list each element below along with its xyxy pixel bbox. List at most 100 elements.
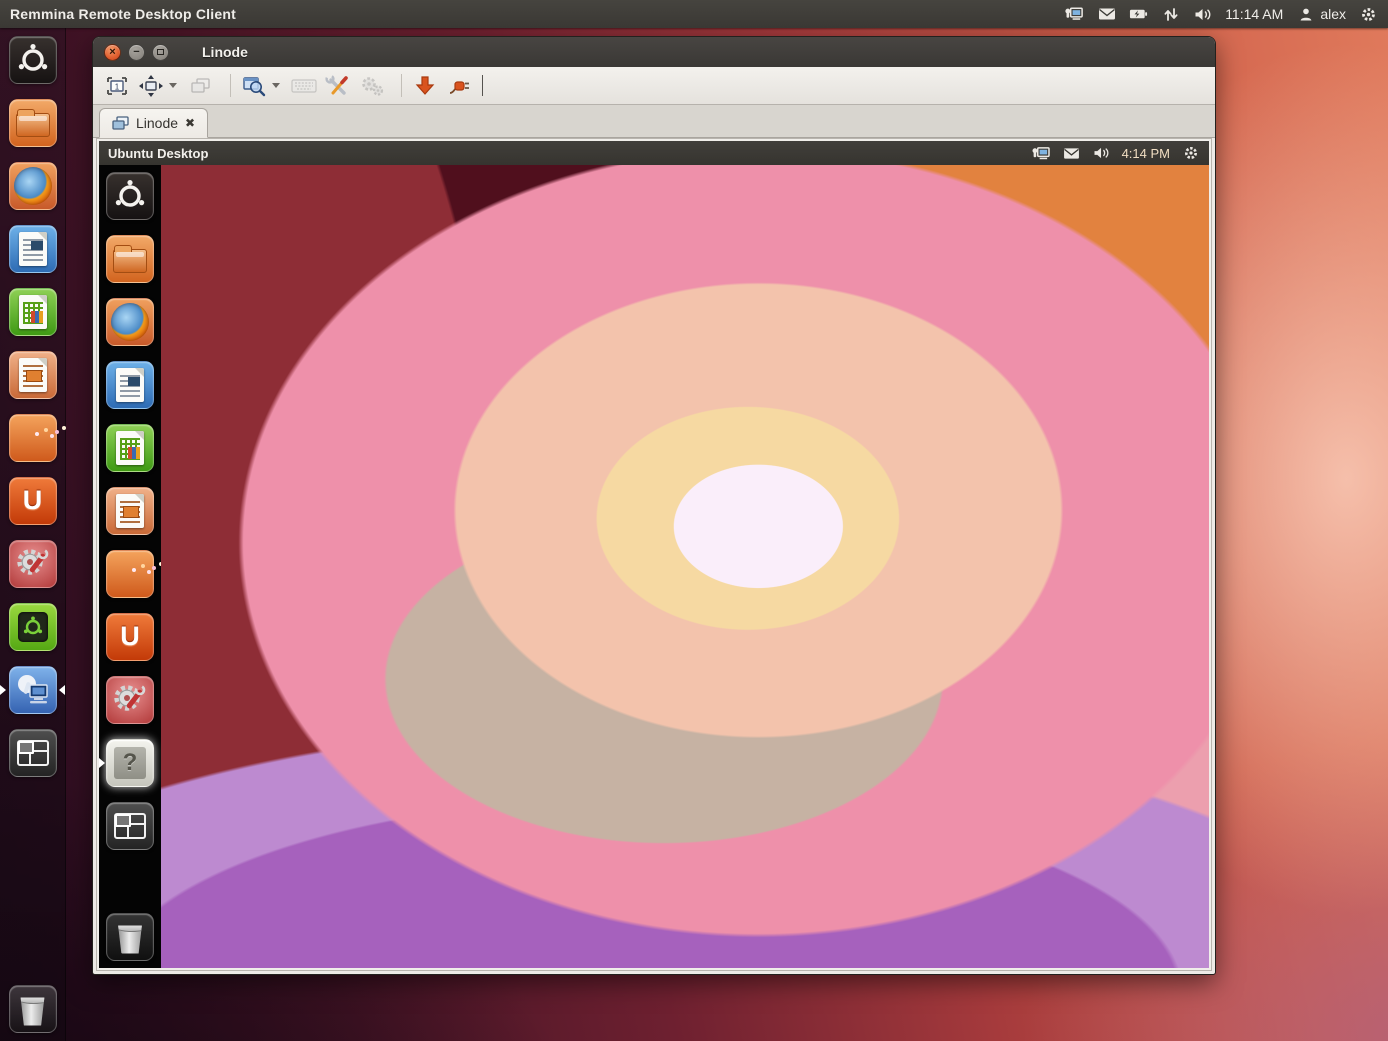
- impress-document-icon: [116, 494, 144, 528]
- minimize-button[interactable]: −: [128, 44, 145, 61]
- trash-bucket-icon: [117, 926, 144, 954]
- messaging-menu-icon[interactable]: [1097, 6, 1116, 23]
- remote-launcher-item-system-settings[interactable]: [106, 676, 154, 724]
- launcher-item-home-folder[interactable]: [9, 99, 57, 147]
- host-top-panel: Remmina Remote Desktop Client 11:14 AM: [0, 0, 1388, 28]
- remote-clock[interactable]: 4:14 PM: [1122, 146, 1170, 161]
- remote-top-panel: Ubuntu Desktop 4:14 PM: [99, 141, 1209, 165]
- tab-label: Linode: [136, 115, 178, 131]
- user-menu[interactable]: alex: [1296, 6, 1346, 23]
- fit-window-button[interactable]: [137, 72, 165, 100]
- impress-document-icon: [19, 358, 47, 392]
- toolbar-separator: [401, 74, 402, 97]
- maximize-button[interactable]: [152, 44, 169, 61]
- host-clock[interactable]: 11:14 AM: [1225, 6, 1283, 22]
- disconnect-button[interactable]: [445, 72, 473, 100]
- messaging-menu-icon[interactable]: [1062, 145, 1081, 162]
- remote-desktop-body: U ?: [99, 165, 1209, 968]
- scaled-mode-button[interactable]: [240, 72, 268, 100]
- remote-desktop-indicator-icon[interactable]: [1065, 6, 1084, 23]
- remote-launcher-item-firefox[interactable]: [106, 298, 154, 346]
- firefox-icon: [14, 167, 52, 205]
- remote-panel-title: Ubuntu Desktop: [108, 146, 208, 161]
- window-titlebar[interactable]: × − Linode: [93, 37, 1215, 67]
- focused-indicator-arrow: [59, 685, 65, 695]
- tab-close-icon[interactable]: ✖: [185, 117, 195, 129]
- firefox-icon: [111, 303, 149, 341]
- sound-menu-icon[interactable]: [1193, 6, 1212, 23]
- session-gear-icon[interactable]: [1181, 145, 1200, 162]
- battery-indicator-icon[interactable]: [1129, 6, 1148, 23]
- launcher-item-libreoffice-impress[interactable]: [9, 351, 57, 399]
- tab-connection-icon: [112, 116, 129, 131]
- folder-icon: [16, 113, 50, 137]
- preferences-gears-button[interactable]: [358, 72, 386, 100]
- gear-wrench-icon: [14, 545, 52, 583]
- running-indicator-arrow: [0, 685, 6, 695]
- launcher-item-libreoffice-calc[interactable]: [9, 288, 57, 336]
- remote-launcher-item-libreoffice-writer[interactable]: [106, 361, 154, 409]
- remote-launcher-item-unknown-app[interactable]: ?: [106, 739, 154, 787]
- launcher-item-dash-home[interactable]: [9, 36, 57, 84]
- launcher-item-ubuntu-software-center[interactable]: [9, 414, 57, 462]
- remote-launcher-item-libreoffice-impress[interactable]: [106, 487, 154, 535]
- toolbar-separator: [230, 74, 231, 97]
- focused-indicator-arrow: [99, 758, 105, 768]
- tools-button[interactable]: [324, 72, 352, 100]
- host-desktop: Remmina Remote Desktop Client 11:14 AM: [0, 0, 1388, 1041]
- writer-document-icon: [19, 232, 47, 266]
- trash-bucket-icon: [19, 998, 46, 1026]
- svg-text:1: 1: [115, 82, 120, 91]
- launcher-item-firefox[interactable]: [9, 162, 57, 210]
- sound-menu-icon[interactable]: [1092, 145, 1111, 162]
- grab-keyboard-button[interactable]: [290, 72, 318, 100]
- iconify-button[interactable]: [411, 72, 439, 100]
- launcher-item-ubuntu-one[interactable]: U: [9, 477, 57, 525]
- remote-launcher-item-trash[interactable]: [106, 913, 154, 961]
- remote-session: Ubuntu Desktop 4:14 PM: [99, 141, 1209, 968]
- session-gear-icon[interactable]: [1359, 6, 1378, 23]
- host-launcher: U: [0, 28, 66, 1041]
- remmina-window: × − Linode 1: [92, 36, 1216, 975]
- launcher-item-system-settings[interactable]: [9, 540, 57, 588]
- calc-document-icon: [116, 431, 144, 465]
- remote-indicators: 4:14 PM: [1032, 145, 1200, 162]
- username: alex: [1320, 6, 1346, 22]
- gear-wrench-icon: [111, 681, 149, 719]
- remote-launcher-item-ubuntu-software-center[interactable]: [106, 550, 154, 598]
- connection-toolbar: 1: [93, 67, 1215, 105]
- remote-launcher-item-dash-home[interactable]: [106, 172, 154, 220]
- fit-window-options-caret[interactable]: [169, 83, 177, 88]
- remote-launcher-item-libreoffice-calc[interactable]: [106, 424, 154, 472]
- launcher-item-ubuntu-software[interactable]: [9, 603, 57, 651]
- remmina-icon: [13, 671, 53, 709]
- toolbar-edge-separator: [482, 75, 483, 96]
- unknown-app-icon: ?: [114, 747, 146, 779]
- network-traffic-icon[interactable]: [1161, 6, 1180, 23]
- remote-desktop-indicator-icon[interactable]: [1032, 145, 1051, 162]
- remote-wallpaper: [161, 165, 1209, 968]
- window-title: Linode: [202, 44, 248, 60]
- launcher-item-remmina[interactable]: [9, 666, 57, 714]
- app-title: Remmina Remote Desktop Client: [10, 6, 236, 22]
- user-icon: [1296, 6, 1315, 23]
- workspace-grid-icon: [17, 740, 49, 766]
- remote-viewport: Ubuntu Desktop 4:14 PM: [96, 138, 1212, 971]
- tab-linode[interactable]: Linode ✖: [99, 108, 208, 138]
- remote-launcher-item-ubuntu-one[interactable]: U: [106, 613, 154, 661]
- ubuntu-one-icon: U: [23, 485, 43, 516]
- fullscreen-button[interactable]: 1: [103, 72, 131, 100]
- remote-launcher-item-home-folder[interactable]: [106, 235, 154, 283]
- scaled-mode-options-caret[interactable]: [272, 83, 280, 88]
- remote-launcher-item-workspace-switcher[interactable]: [106, 802, 154, 850]
- close-button[interactable]: ×: [104, 44, 121, 61]
- switch-page-button[interactable]: [187, 72, 215, 100]
- launcher-item-trash[interactable]: [9, 985, 57, 1033]
- launcher-item-libreoffice-writer[interactable]: [9, 225, 57, 273]
- tab-bar: Linode ✖: [93, 105, 1215, 138]
- workspace-grid-icon: [114, 813, 146, 839]
- launcher-item-workspace-switcher[interactable]: [9, 729, 57, 777]
- remote-launcher: U ?: [99, 165, 161, 968]
- host-indicators: 11:14 AM alex: [1065, 6, 1378, 23]
- writer-document-icon: [116, 368, 144, 402]
